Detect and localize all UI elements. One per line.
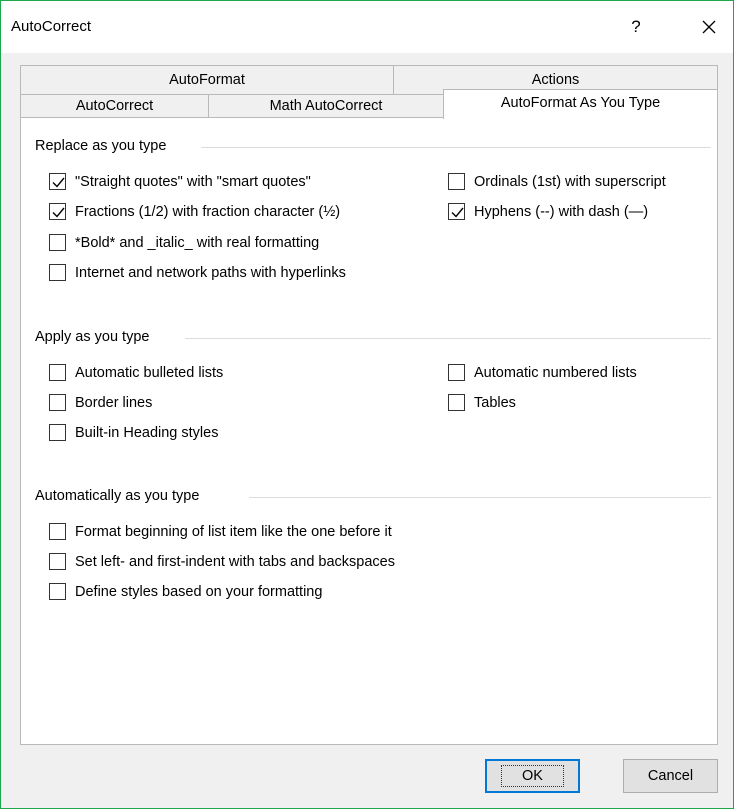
- cancel-button[interactable]: Cancel: [623, 759, 718, 793]
- tab-autoformat[interactable]: AutoFormat: [20, 65, 394, 95]
- tab-panel: Replace as you type "Straight quotes" wi…: [20, 117, 718, 745]
- help-icon: ?: [631, 17, 641, 36]
- checkbox[interactable]: [49, 424, 66, 441]
- checkbox[interactable]: [49, 173, 66, 190]
- option-hyperlinks[interactable]: Internet and network paths with hyperlin…: [49, 264, 346, 281]
- section-divider: [201, 147, 711, 148]
- tab-autocorrect[interactable]: AutoCorrect: [20, 94, 209, 118]
- close-icon: [702, 20, 716, 34]
- section-title-automatically: Automatically as you type: [35, 488, 206, 504]
- checkmark-icon: [52, 177, 65, 188]
- option-heading-styles[interactable]: Built-in Heading styles: [49, 424, 218, 441]
- option-set-indent[interactable]: Set left- and first-indent with tabs and…: [49, 553, 395, 570]
- option-smart-quotes[interactable]: "Straight quotes" with "smart quotes": [49, 173, 311, 190]
- option-format-list-item[interactable]: Format beginning of list item like the o…: [49, 523, 392, 540]
- option-tables[interactable]: Tables: [448, 394, 516, 411]
- help-button[interactable]: ?: [614, 9, 658, 45]
- option-fractions[interactable]: Fractions (1/2) with fraction character …: [49, 203, 340, 220]
- checkbox[interactable]: [49, 583, 66, 600]
- checkmark-icon: [52, 207, 65, 218]
- checkbox[interactable]: [448, 394, 465, 411]
- option-ordinals[interactable]: Ordinals (1st) with superscript: [448, 173, 666, 190]
- option-bold-italic[interactable]: *Bold* and _italic_ with real formatting: [49, 234, 319, 251]
- checkmark-icon: [451, 207, 464, 218]
- section-title-replace: Replace as you type: [35, 138, 173, 154]
- option-hyphens[interactable]: Hyphens (--) with dash (—): [448, 203, 648, 220]
- checkbox[interactable]: [49, 264, 66, 281]
- ok-button[interactable]: OK: [485, 759, 580, 793]
- tab-math-autocorrect[interactable]: Math AutoCorrect: [208, 94, 444, 118]
- checkbox[interactable]: [49, 553, 66, 570]
- checkbox[interactable]: [49, 364, 66, 381]
- checkbox[interactable]: [448, 173, 465, 190]
- section-divider: [249, 497, 711, 498]
- option-numbered-lists[interactable]: Automatic numbered lists: [448, 364, 637, 381]
- option-define-styles[interactable]: Define styles based on your formatting: [49, 583, 322, 600]
- checkbox[interactable]: [49, 394, 66, 411]
- dialog-title: AutoCorrect: [11, 18, 92, 35]
- close-button[interactable]: [687, 9, 731, 45]
- checkbox[interactable]: [49, 523, 66, 540]
- checkbox[interactable]: [49, 234, 66, 251]
- section-title-apply: Apply as you type: [35, 329, 156, 345]
- section-divider: [185, 338, 711, 339]
- tab-autoformat-as-you-type[interactable]: AutoFormat As You Type: [443, 89, 718, 119]
- checkbox[interactable]: [448, 203, 465, 220]
- option-bulleted-lists[interactable]: Automatic bulleted lists: [49, 364, 223, 381]
- autocorrect-dialog: AutoCorrect ? AutoFormat Actions AutoCor…: [0, 0, 734, 809]
- option-border-lines[interactable]: Border lines: [49, 394, 152, 411]
- checkbox[interactable]: [49, 203, 66, 220]
- checkbox[interactable]: [448, 364, 465, 381]
- title-bar: AutoCorrect ?: [1, 1, 733, 53]
